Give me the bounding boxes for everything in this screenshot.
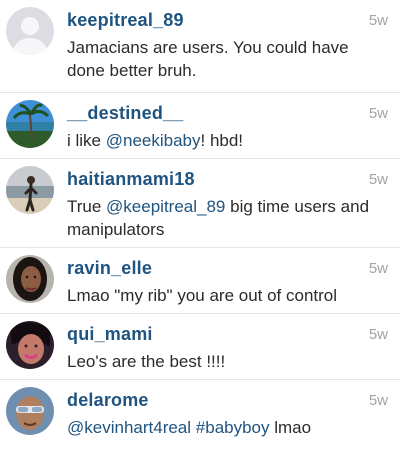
comment-timestamp: 5w [368,171,388,188]
comment-timestamp: 5w [368,105,388,122]
comment-text-part: True [67,197,107,216]
person-on-beach-photo[interactable] [6,166,54,214]
comment-row: ravin_elle 5w Lmao "my rib" you are out … [0,248,400,314]
mention-link[interactable]: @keepitreal_89 [106,197,225,216]
comment-timestamp: 5w [368,326,388,343]
comment-text: i like @neekibaby! hbd! [67,129,385,152]
comment-list: keepitreal_89 5w Jamacians are users. Yo… [0,0,400,452]
comment-username[interactable]: ravin_elle [67,258,152,279]
beach-palm-photo[interactable] [6,100,54,148]
comment-row: haitianmami18 5w True @keepitreal_89 big… [0,159,400,248]
comment-text-part: i like [67,131,106,150]
comment-text: Lmao "my rib" you are out of control [67,286,338,305]
comment-text-part: ! hbd! [200,131,244,150]
comment-username[interactable]: haitianmami18 [67,169,195,190]
comment-timestamp: 5w [368,12,388,29]
comment-text: True @keepitreal_89 big time users and m… [67,195,385,241]
mention-link[interactable]: @kevinhart4real [67,418,191,437]
comment-row: keepitreal_89 5w Jamacians are users. Yo… [0,0,400,93]
comment-text: @kevinhart4real #babyboy lmao [67,416,385,439]
default-avatar-icon[interactable] [6,7,54,55]
comment-row: __destined__ 5w i like @neekibaby! hbd! [0,93,400,159]
comment-username[interactable]: __destined__ [67,103,183,124]
hashtag-link[interactable]: #babyboy [196,418,270,437]
woman-selfie-photo[interactable] [6,321,54,369]
woman-portrait-photo[interactable] [6,255,54,303]
comment-username[interactable]: keepitreal_89 [67,10,184,31]
comment-row: qui_mami 5w Leo's are the best !!!! [0,314,400,380]
comment-text-part: lmao [269,418,312,437]
comment-text: Leo's are the best !!!! [67,352,226,371]
comment-timestamp: 5w [368,260,388,277]
comment-row: delarome 5w @kevinhart4real #babyboy lma… [0,380,400,452]
comment-username[interactable]: delarome [67,390,149,411]
comment-text: Jamacians are users. You could have done… [67,38,349,80]
comment-timestamp: 5w [368,392,388,409]
comment-username[interactable]: qui_mami [67,324,153,345]
man-sunglasses-photo[interactable] [6,387,54,435]
mention-link[interactable]: @neekibaby [106,131,201,150]
